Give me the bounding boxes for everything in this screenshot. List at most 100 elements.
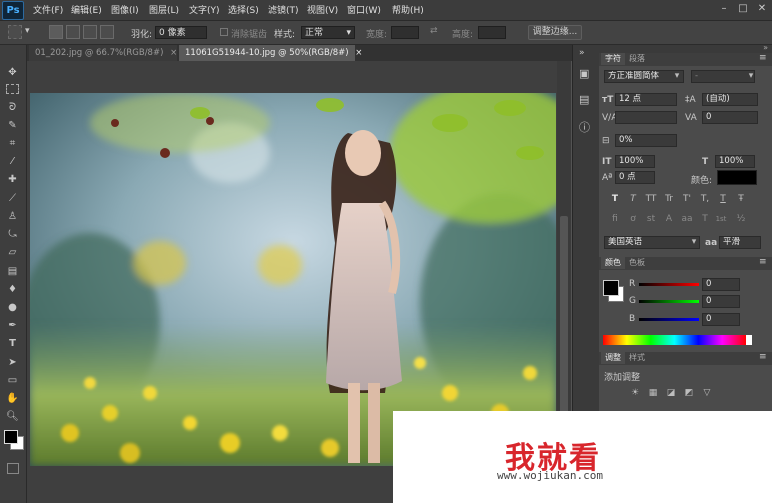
intersect-selection-icon[interactable]: [100, 25, 114, 39]
blur-tool-icon[interactable]: ♦: [4, 282, 21, 297]
tab-color[interactable]: 颜色: [601, 257, 625, 269]
tracking-input[interactable]: 0: [702, 111, 758, 124]
baseline-input[interactable]: 0 点: [615, 171, 655, 184]
quick-select-tool-icon[interactable]: ✎: [4, 118, 21, 133]
blue-slider[interactable]: [639, 318, 699, 321]
panel-menu-icon[interactable]: ≡: [759, 352, 767, 362]
kerning-input[interactable]: [615, 111, 677, 124]
color-spectrum[interactable]: [603, 335, 746, 345]
spectrum-white[interactable]: [746, 335, 752, 345]
subscript-button[interactable]: T,: [699, 193, 711, 206]
brightness-icon[interactable]: ☀: [629, 387, 641, 400]
strikethrough-button[interactable]: Ŧ: [735, 193, 747, 206]
tab-document-1[interactable]: 01_202.jpg @ 66.7%(RGB/8#) ×: [29, 45, 177, 61]
small-caps-button[interactable]: Tr: [663, 193, 675, 206]
scroll-thumb[interactable]: [560, 216, 568, 416]
swash-button[interactable]: A: [663, 213, 675, 226]
history-panel-icon[interactable]: ▣: [579, 67, 589, 80]
collapse-icon[interactable]: »: [579, 48, 585, 58]
chevron-down-icon[interactable]: ▾: [25, 26, 30, 36]
history-brush-tool-icon[interactable]: ⤿: [4, 227, 21, 242]
red-input[interactable]: 0: [702, 278, 740, 291]
panel-menu-icon[interactable]: ≡: [759, 257, 767, 267]
marquee-tool-icon[interactable]: [8, 25, 22, 39]
discretionary-ligature-button[interactable]: st: [645, 213, 657, 226]
stylistic-alternates-button[interactable]: aa: [681, 213, 693, 226]
height-input[interactable]: [478, 26, 506, 39]
move-tool-icon[interactable]: ✥: [4, 65, 21, 80]
tab-document-2[interactable]: 11061G51944-10.jpg @ 50%(RGB/8#) ×: [179, 45, 362, 61]
refine-edge-button[interactable]: 调整边缘...: [528, 25, 582, 40]
horizontal-scale-input[interactable]: 100%: [715, 155, 755, 168]
language-select[interactable]: 美国英语: [604, 236, 700, 249]
swap-icon[interactable]: ⇄: [430, 26, 438, 36]
blue-input[interactable]: 0: [702, 313, 740, 326]
char-scale-input[interactable]: 0%: [615, 134, 677, 147]
healing-brush-tool-icon[interactable]: ✚: [4, 172, 21, 187]
chevron-down-icon[interactable]: ▾: [671, 70, 683, 83]
menu-file[interactable]: 文件(F): [33, 3, 63, 16]
menu-help[interactable]: 帮助(H): [392, 3, 424, 16]
vibrance-icon[interactable]: ▽: [701, 387, 713, 400]
levels-icon[interactable]: ▦: [647, 387, 659, 400]
close-icon[interactable]: ×: [170, 48, 177, 58]
menu-select[interactable]: 选择(S): [228, 3, 259, 16]
chevron-down-icon[interactable]: ▾: [745, 70, 757, 83]
green-input[interactable]: 0: [702, 295, 740, 308]
font-size-input[interactable]: 12 点: [615, 93, 677, 106]
clone-stamp-tool-icon[interactable]: ♙: [4, 209, 21, 224]
rect-marquee-tool-icon[interactable]: [6, 84, 19, 94]
curves-icon[interactable]: ◪: [665, 387, 677, 400]
leading-input[interactable]: (自动): [702, 93, 758, 106]
superscript-button[interactable]: T': [681, 193, 693, 206]
add-selection-icon[interactable]: [66, 25, 80, 39]
close-button[interactable]: ✕: [754, 2, 770, 16]
type-tool-icon[interactable]: T: [4, 336, 21, 351]
menu-type[interactable]: 文字(Y): [189, 3, 220, 16]
menu-image[interactable]: 图像(I): [111, 3, 139, 16]
antialias-select[interactable]: 平滑: [719, 236, 761, 249]
tab-adjustments[interactable]: 调整: [601, 352, 625, 364]
collapse-icon[interactable]: »: [763, 43, 768, 52]
menu-layer[interactable]: 图层(L): [149, 3, 179, 16]
green-slider[interactable]: [639, 300, 699, 303]
panel-menu-icon[interactable]: ≡: [759, 53, 767, 63]
close-icon[interactable]: ×: [355, 48, 362, 58]
antialias-checkbox[interactable]: [220, 28, 228, 36]
dodge-tool-icon[interactable]: ●: [4, 300, 21, 315]
crop-tool-icon[interactable]: ⌗: [4, 136, 21, 151]
brush-tool-icon[interactable]: ⟋: [4, 191, 21, 206]
pen-tool-icon[interactable]: ✒: [4, 318, 21, 333]
quick-mask-icon[interactable]: [7, 463, 19, 474]
minimize-button[interactable]: –: [716, 2, 732, 16]
exposure-icon[interactable]: ◩: [683, 387, 695, 400]
lasso-tool-icon[interactable]: ᘐ: [4, 100, 21, 115]
zoom-tool-icon[interactable]: 🔍︎: [4, 409, 21, 424]
eyedropper-tool-icon[interactable]: ⁄: [4, 154, 21, 169]
vertical-scale-input[interactable]: 100%: [615, 155, 655, 168]
new-selection-icon[interactable]: [49, 25, 63, 39]
tab-swatches[interactable]: 色板: [625, 257, 649, 269]
gradient-tool-icon[interactable]: ▤: [4, 264, 21, 279]
width-input[interactable]: [391, 26, 419, 39]
menu-edit[interactable]: 编辑(E): [71, 3, 102, 16]
menu-filter[interactable]: 滤镜(T): [268, 3, 299, 16]
info-panel-icon[interactable]: ⓘ: [579, 119, 590, 135]
text-color-swatch[interactable]: [717, 170, 757, 185]
chevron-down-icon[interactable]: ▾: [688, 236, 700, 249]
old-style-button[interactable]: ơ: [627, 213, 639, 226]
ordinals-button[interactable]: 1st: [715, 213, 727, 226]
menu-window[interactable]: 窗口(W): [347, 3, 381, 16]
faux-bold-button[interactable]: T: [609, 193, 621, 206]
maximize-button[interactable]: □: [735, 2, 751, 16]
rectangle-tool-icon[interactable]: ▭: [4, 373, 21, 388]
menu-view[interactable]: 视图(V): [307, 3, 338, 16]
tab-styles[interactable]: 样式: [625, 352, 649, 364]
hand-tool-icon[interactable]: ✋: [4, 391, 21, 406]
underline-button[interactable]: T: [717, 193, 729, 206]
properties-panel-icon[interactable]: ▤: [579, 93, 589, 106]
ligature-button[interactable]: ﬁ: [609, 213, 621, 226]
path-select-tool-icon[interactable]: ➤: [4, 355, 21, 370]
tab-character[interactable]: 字符: [601, 53, 625, 65]
subtract-selection-icon[interactable]: [83, 25, 97, 39]
